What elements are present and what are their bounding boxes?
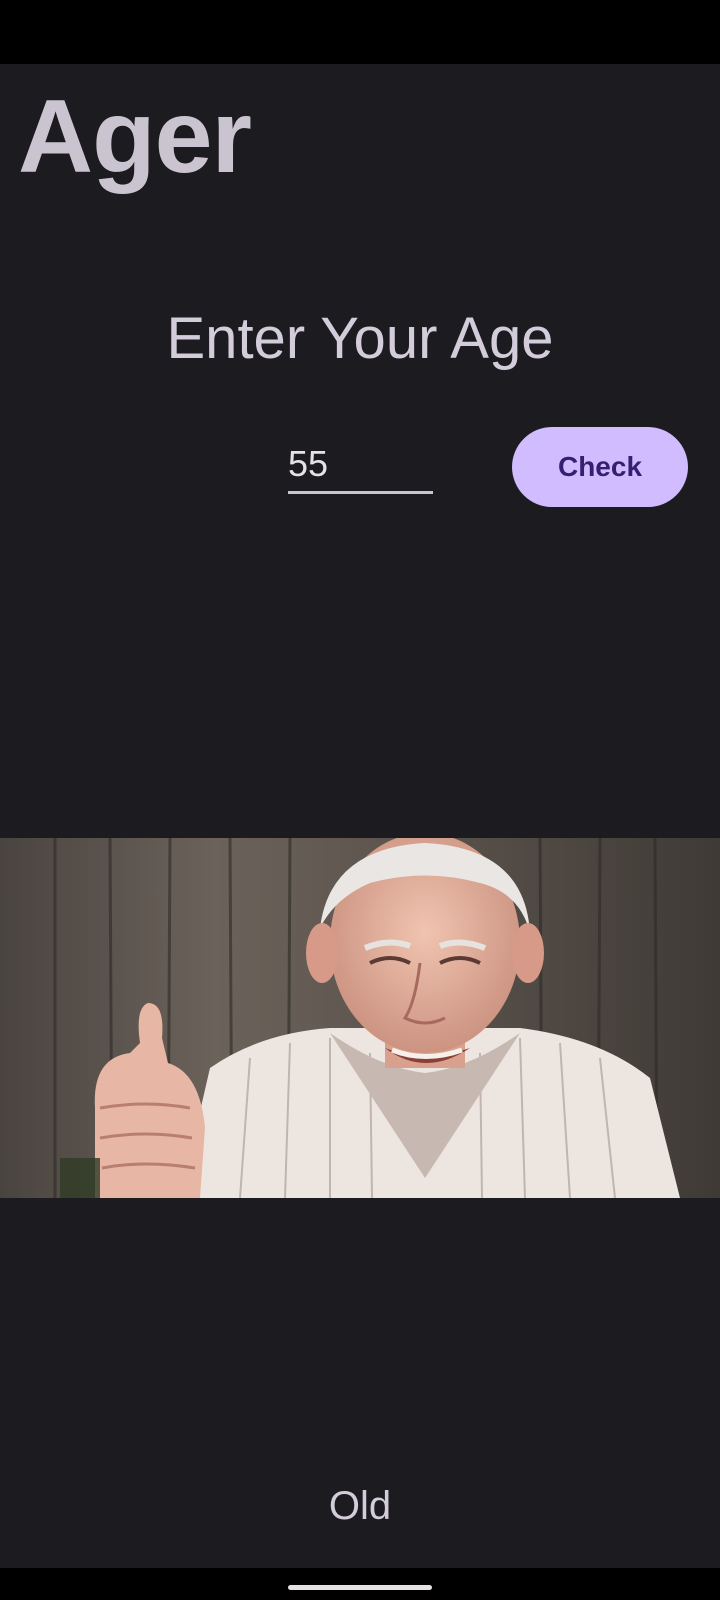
navigation-bar [0,1568,720,1600]
home-handle-icon[interactable] [288,1585,432,1590]
elderly-man-photo [0,838,720,1198]
age-input[interactable] [288,436,433,494]
check-button[interactable]: Check [512,427,688,507]
result-label: Old [328,1484,392,1528]
status-bar [0,0,720,64]
app-title: Ager [18,79,252,195]
age-prompt: Enter Your Age [166,306,554,371]
app-screen: Ager Enter Your Age Check [0,0,720,1600]
